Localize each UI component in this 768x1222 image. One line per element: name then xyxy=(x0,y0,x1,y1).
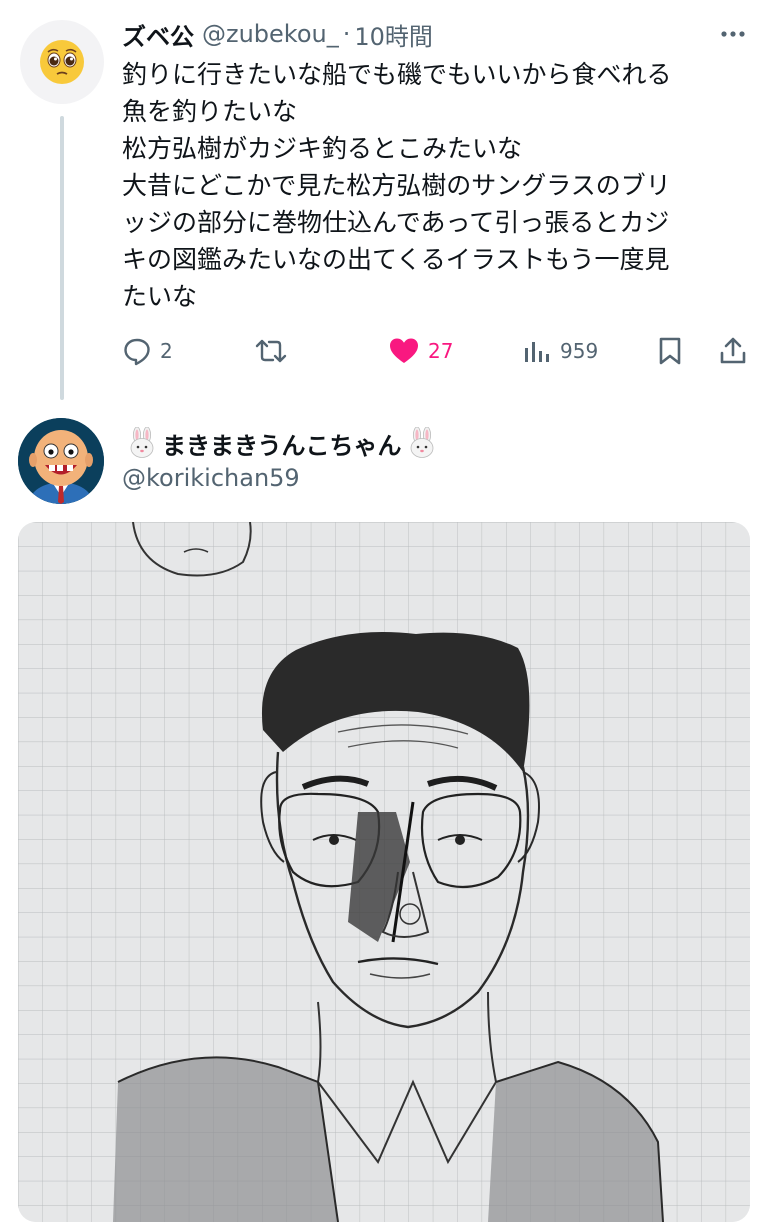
tweet-text-line: たいな xyxy=(122,282,198,311)
retweet-icon xyxy=(255,339,287,363)
views-button[interactable]: 959 xyxy=(522,330,598,372)
like-button[interactable]: 27 xyxy=(388,330,453,372)
user-handle[interactable]: @zubekou_ xyxy=(202,20,339,48)
reply-button[interactable]: 2 xyxy=(122,330,173,372)
display-name[interactable]: ズベ公 xyxy=(122,17,194,52)
pleading-face-icon xyxy=(40,40,84,84)
cartoon-bald-man-avatar-icon xyxy=(18,418,104,504)
display-name[interactable]: まきまきうんこちゃん xyxy=(162,426,402,461)
tweet-text-line: 松方弘樹がカジキ釣るとこみたいな xyxy=(122,134,523,163)
more-dots-icon xyxy=(721,31,745,37)
tweet-text: 釣りに行きたいな船でも磯でもいいから食べれる 魚を釣りたいな 松方弘樹がカジキ釣… xyxy=(122,56,752,315)
more-options-button[interactable] xyxy=(718,20,748,48)
retweet-button[interactable] xyxy=(254,330,288,372)
tweet-text-line: 魚を釣りたいな xyxy=(122,97,298,126)
avatar-cartoon-man[interactable] xyxy=(18,418,104,504)
heart-filled-icon xyxy=(390,338,418,363)
avatar-pleading-face[interactable] xyxy=(20,20,104,104)
tweet-reply[interactable]: まきまきうんこちゃん @korikichan59 xyxy=(0,400,768,1222)
separator-dot: · xyxy=(342,20,351,48)
tweet-header: ズベ公 @zubekou_ · 10時間 xyxy=(122,16,433,52)
tweet-parent[interactable]: ズベ公 @zubekou_ · 10時間 釣りに行きたいな船でも磯でもいいから食… xyxy=(0,0,768,400)
rabbit-face-icon xyxy=(130,427,154,458)
display-name-row[interactable]: まきまきうんこちゃん xyxy=(122,424,442,462)
thread-line xyxy=(60,116,64,400)
tweet-text-line: 釣りに行きたいな船でも磯でもいいから食べれる xyxy=(122,60,672,89)
rabbit-face-icon xyxy=(410,427,433,458)
tweet-text-line: 大昔にどこかで見た松方弘樹のサングラスのブリ xyxy=(122,171,671,200)
timestamp[interactable]: 10時間 xyxy=(354,17,433,52)
view-count: 959 xyxy=(560,339,599,363)
tweet-text-line: キの図鑑みたいなの出てくるイラストもう一度見 xyxy=(122,245,670,274)
tweet-text-line: ッジの部分に巻物仕込んであって引っ張るとカジ xyxy=(122,208,670,237)
action-bar: 2 27 959 xyxy=(122,330,752,372)
tweet-image[interactable] xyxy=(18,522,750,1222)
share-icon xyxy=(720,337,746,364)
user-handle[interactable]: @korikichan59 xyxy=(122,464,300,492)
reply-icon xyxy=(124,338,150,366)
reply-count: 2 xyxy=(160,339,173,363)
pencil-sketch-image xyxy=(18,522,750,1222)
share-button[interactable] xyxy=(718,330,748,372)
bookmark-button[interactable] xyxy=(656,330,684,372)
bookmark-icon xyxy=(659,337,681,365)
like-count: 27 xyxy=(428,339,454,363)
views-bar-icon xyxy=(525,342,549,362)
